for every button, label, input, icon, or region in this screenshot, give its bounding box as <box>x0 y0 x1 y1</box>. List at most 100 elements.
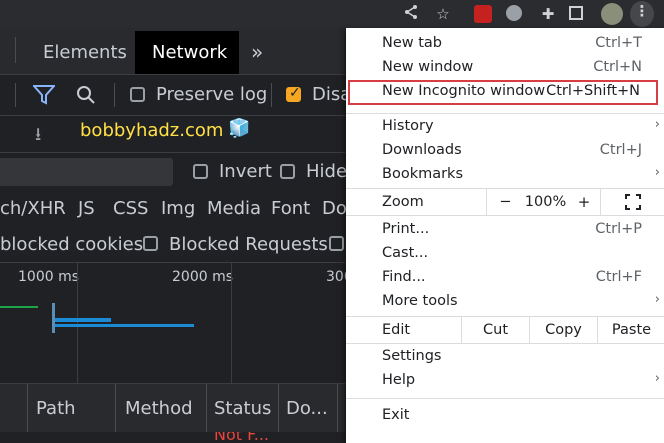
menu-item-exit[interactable]: Exit <box>346 404 664 428</box>
status-cell: Not F... <box>214 432 270 443</box>
timeline-bar-blue <box>55 318 111 322</box>
tab-network-label: Network <box>152 42 228 63</box>
request-row[interactable]: Not F... <box>0 432 345 443</box>
paste-button[interactable]: Paste <box>597 317 664 343</box>
filter-media[interactable]: Media <box>207 198 261 219</box>
blocked-row: blocked cookies Blocked Requests <box>0 227 345 261</box>
column-method[interactable]: Method <box>125 398 193 419</box>
tick-1000: 1000 ms <box>18 269 80 285</box>
more-vert-icon[interactable]: ⋮ <box>630 1 654 27</box>
invert-label: Invert <box>219 161 272 182</box>
filter-css[interactable]: CSS <box>113 198 148 219</box>
menu-item-label: Cast... <box>382 245 429 261</box>
zoom-level: 100% <box>524 194 567 210</box>
menu-item-label: New Incognito window <box>382 83 546 99</box>
menu-item-label: Downloads <box>382 142 462 158</box>
menu-item-shortcut: Ctrl+P <box>595 221 642 237</box>
invert-checkbox[interactable] <box>193 164 208 179</box>
menu-item-find[interactable]: Find... Ctrl+F <box>346 266 664 290</box>
share-icon[interactable] <box>401 4 421 24</box>
third-party-checkbox[interactable] <box>329 236 344 251</box>
site-label: bobbyhadz.com <box>80 120 224 141</box>
extension-gray-icon[interactable] <box>506 5 522 21</box>
avatar[interactable] <box>601 3 623 25</box>
menu-separator <box>346 343 664 344</box>
filter-doc[interactable]: Do <box>322 198 347 219</box>
menu-item-shortcut: Ctrl+F <box>595 269 642 285</box>
search-icon[interactable] <box>76 85 96 105</box>
menu-item-more-tools[interactable]: More tools › <box>346 290 664 314</box>
menu-item-label: Find... <box>382 269 426 285</box>
divider <box>206 384 207 432</box>
edit-label: Edit <box>382 322 411 338</box>
zoom-in-button[interactable]: + <box>568 189 600 215</box>
devtools-tabbar: Elements Network » <box>0 28 345 75</box>
sidepanel-icon[interactable] <box>569 6 583 20</box>
chevron-right-icon: › <box>654 117 660 132</box>
column-path[interactable]: Path <box>36 398 76 419</box>
import-export-row: ⭱ ⭳ bobbyhadz.com 🧊 <box>0 116 345 150</box>
filter-icon[interactable] <box>33 85 55 105</box>
menu-separator <box>346 215 664 216</box>
menu-item-history[interactable]: History › <box>346 115 664 139</box>
tab-network[interactable]: Network <box>135 31 239 74</box>
chevron-right-icon: › <box>654 371 660 386</box>
menu-item-label: New window <box>382 59 474 75</box>
menu-item-label: Help <box>382 372 416 388</box>
filter-row: Invert Hide <box>0 152 347 191</box>
menu-item-print[interactable]: Print... Ctrl+P <box>346 218 664 242</box>
cut-button[interactable]: Cut <box>461 317 529 343</box>
menu-edit-row: Edit Cut Copy Paste <box>346 317 664 343</box>
fullscreen-button[interactable] <box>600 189 664 215</box>
chrome-menu: New tab Ctrl+T New window Ctrl+N New Inc… <box>346 28 664 443</box>
menu-item-new-incognito-window[interactable]: New Incognito window Ctrl+Shift+N <box>348 80 658 105</box>
column-domain[interactable]: Do... <box>286 398 328 419</box>
column-status[interactable]: Status <box>214 398 271 419</box>
tab-elements[interactable]: Elements <box>43 42 127 63</box>
star-icon[interactable]: ☆ <box>433 4 453 24</box>
download-icon[interactable]: ⭳ <box>35 122 41 152</box>
disable-cache-checkbox[interactable] <box>286 85 301 102</box>
menu-item-shortcut: Ctrl+N <box>593 59 642 75</box>
filter-img[interactable]: Img <box>161 198 195 219</box>
chevron-right-icon: › <box>654 292 660 307</box>
menu-item-downloads[interactable]: Downloads Ctrl+J <box>346 139 664 163</box>
menu-item-label: Print... <box>382 221 430 237</box>
timeline-overview[interactable]: 1000 ms 2000 ms 300 <box>0 262 353 383</box>
extension-red-icon[interactable] <box>474 5 492 23</box>
divider <box>27 384 28 432</box>
menu-item-help[interactable]: Help › <box>346 369 664 393</box>
menu-item-settings[interactable]: Settings <box>346 345 664 369</box>
type-filters: ch/XHR JS CSS Img Media Font Do <box>0 191 347 225</box>
blocked-requests-label: Blocked Requests <box>169 234 328 255</box>
filter-fetch-xhr[interactable]: ch/XHR <box>0 198 66 219</box>
copy-button[interactable]: Copy <box>529 317 597 343</box>
menu-item-cast[interactable]: Cast... <box>346 242 664 266</box>
hide-checkbox[interactable] <box>280 164 295 179</box>
filter-input[interactable] <box>0 158 173 186</box>
more-tabs-icon[interactable]: » <box>251 40 263 64</box>
menu-item-shortcut: Ctrl+Shift+N <box>546 83 640 99</box>
filter-js[interactable]: JS <box>78 198 95 219</box>
menu-zoom-row: Zoom − 100% + <box>346 189 664 215</box>
preserve-log-checkbox[interactable] <box>130 87 145 102</box>
menu-item-new-window[interactable]: New window Ctrl+N <box>346 56 664 80</box>
timeline-bar-blue <box>55 324 194 327</box>
menu-item-label: More tools <box>382 293 458 309</box>
blocked-requests-checkbox[interactable] <box>143 236 158 251</box>
zoom-out-button[interactable]: − <box>486 189 524 215</box>
menu-item-new-tab[interactable]: New tab Ctrl+T <box>346 32 664 56</box>
divider <box>15 83 16 107</box>
filter-font[interactable]: Font <box>271 198 310 219</box>
zoom-label: Zoom <box>382 194 424 210</box>
tick-2000: 2000 ms <box>172 269 234 285</box>
divider <box>337 384 338 432</box>
browser-toolbar: ☆ ✚ ⋮ <box>0 0 664 28</box>
blocked-cookies-label: blocked cookies <box>0 234 144 255</box>
grid-line <box>231 263 232 383</box>
puzzle-icon[interactable]: ✚ <box>538 4 558 24</box>
menu-separator <box>346 113 664 114</box>
menu-item-bookmarks[interactable]: Bookmarks › <box>346 163 664 187</box>
timeline-bar-green <box>0 306 38 308</box>
menu-item-label: History <box>382 118 434 134</box>
